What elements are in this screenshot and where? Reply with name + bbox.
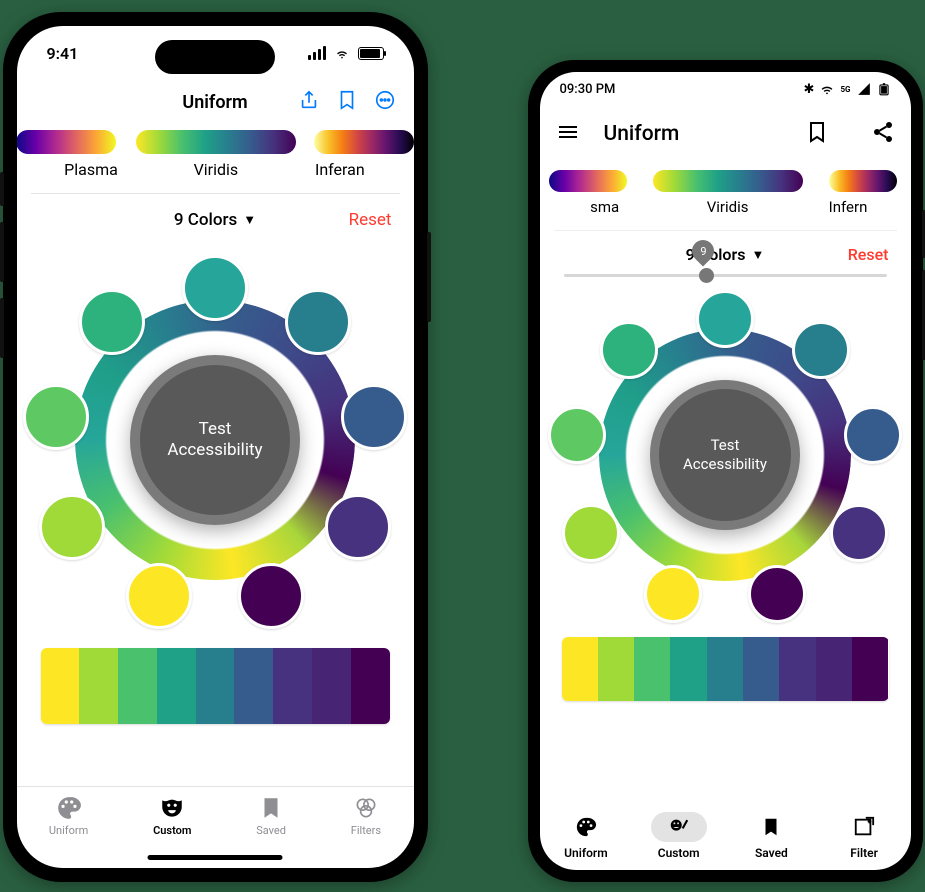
swatch[interactable] — [238, 563, 304, 629]
test-accessibility-button[interactable]: Test Accessibility — [650, 380, 800, 530]
tab-saved[interactable]: Saved — [256, 795, 286, 848]
bookmark-icon — [258, 795, 284, 821]
share-button[interactable] — [871, 120, 895, 148]
gradient-inferno[interactable]: Infern — [829, 170, 868, 216]
ios-nav-bar: Uniform — [17, 80, 414, 124]
swatch[interactable] — [79, 289, 145, 355]
iphone-device-frame: 9:41 Uniform Plasma Viridis — [3, 12, 428, 882]
palette-icon — [575, 816, 597, 838]
swatch[interactable] — [23, 384, 89, 450]
page-title: Uniform — [182, 92, 247, 113]
bookmark-icon — [760, 816, 782, 838]
swatch[interactable] — [600, 321, 658, 379]
color-wheel: Test Accessibility — [540, 285, 911, 625]
test-accessibility-button[interactable]: Test Accessibility — [130, 355, 300, 525]
caret-down-icon: ▼ — [751, 247, 764, 263]
swatch[interactable] — [548, 406, 606, 464]
wifi-icon — [333, 47, 351, 60]
gradient-carousel[interactable]: sma Viridis Infern — [540, 162, 911, 216]
android-device-frame: 09:30 PM ✱ 5G Uniform sma Viridi — [528, 60, 923, 882]
swatch[interactable] — [39, 494, 105, 560]
battery-icon — [358, 47, 384, 60]
more-button[interactable] — [374, 89, 396, 115]
network-5g-icon: 5G — [840, 85, 850, 94]
swatch[interactable] — [696, 290, 754, 348]
battery-icon — [877, 82, 891, 96]
swatch[interactable] — [830, 504, 888, 562]
swatch[interactable] — [792, 321, 850, 379]
cellular-icon — [857, 82, 871, 96]
swatch[interactable] — [325, 494, 391, 560]
share-button[interactable] — [298, 89, 320, 115]
swatch[interactable] — [562, 504, 620, 562]
swatch[interactable] — [182, 255, 248, 321]
page-title: Uniform — [604, 122, 680, 146]
filter-add-icon — [853, 816, 875, 838]
home-indicator[interactable] — [148, 855, 283, 860]
mask-icon — [159, 795, 185, 821]
color-count-dropdown[interactable]: 9 Colors ▼ — [174, 210, 256, 230]
palette-preview[interactable] — [41, 648, 390, 724]
slider-thumb[interactable] — [699, 268, 714, 283]
caret-down-icon: ▼ — [243, 212, 256, 228]
gradient-viridis[interactable]: Viridis — [653, 170, 803, 216]
gradient-inferno[interactable]: Inferan — [314, 130, 366, 179]
palette-preview[interactable] — [562, 637, 889, 701]
tab-custom[interactable]: Custom — [651, 812, 707, 860]
swatch[interactable] — [126, 563, 192, 629]
android-status-bar: 09:30 PM ✱ 5G — [540, 72, 911, 106]
menu-button[interactable] — [556, 120, 580, 148]
wifi-icon — [820, 82, 834, 96]
status-time: 9:41 — [47, 44, 79, 63]
swatch[interactable] — [844, 406, 902, 464]
reset-button[interactable]: Reset — [349, 210, 392, 230]
android-app-bar: Uniform — [540, 106, 911, 162]
palette-icon — [56, 795, 82, 821]
bookmark-button[interactable] — [805, 120, 829, 148]
swatch[interactable] — [644, 565, 702, 623]
dynamic-island — [155, 40, 275, 74]
color-count-slider[interactable]: 9 — [540, 270, 911, 281]
android-nav-bar: Uniform Custom Saved Filter — [540, 802, 911, 870]
brush-icon — [668, 816, 690, 838]
tab-custom[interactable]: Custom — [153, 795, 191, 848]
tab-filter[interactable]: Filter — [836, 812, 892, 860]
gradient-plasma[interactable]: Plasma — [64, 130, 118, 179]
bookmark-button[interactable] — [336, 89, 358, 115]
swatch[interactable] — [748, 565, 806, 623]
swatch[interactable] — [341, 384, 407, 450]
tab-filters[interactable]: Filters — [351, 795, 381, 848]
gradient-carousel[interactable]: Plasma Viridis Inferan — [17, 124, 414, 179]
reset-button[interactable]: Reset — [848, 245, 889, 264]
swatch[interactable] — [285, 289, 351, 355]
status-time: 09:30 PM — [560, 82, 616, 97]
tab-saved[interactable]: Saved — [743, 812, 799, 860]
cellular-icon — [308, 46, 326, 60]
filter-icon — [353, 795, 379, 821]
bluetooth-icon: ✱ — [804, 82, 815, 97]
color-wheel: Test Accessibility — [17, 250, 414, 630]
tab-uniform[interactable]: Uniform — [49, 795, 88, 848]
gradient-plasma[interactable]: sma — [583, 170, 627, 216]
tab-uniform[interactable]: Uniform — [558, 812, 614, 860]
gradient-viridis[interactable]: Viridis — [136, 130, 296, 179]
